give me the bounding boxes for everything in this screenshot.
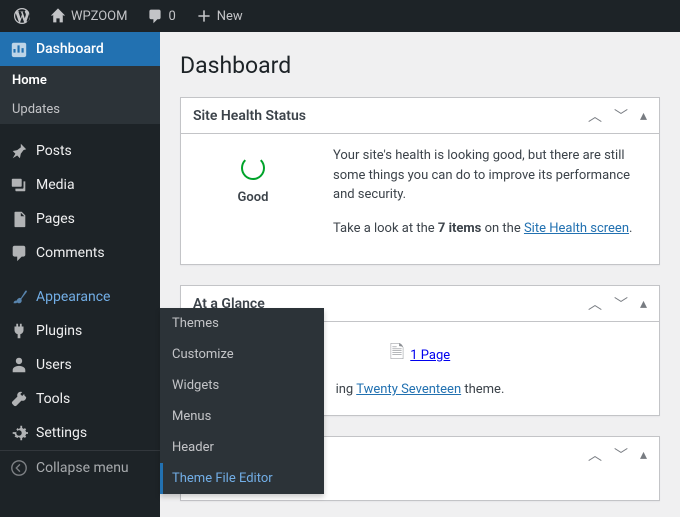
collapse-label: Collapse menu: [36, 460, 129, 476]
sidebar-item-comments[interactable]: Comments: [0, 236, 160, 270]
items-count: 7 items: [438, 221, 482, 236]
health-gauge: Good: [193, 146, 313, 252]
new-content-menu[interactable]: New: [190, 8, 249, 24]
move-down-icon[interactable]: ﹀: [614, 106, 628, 126]
flyout-item-header[interactable]: Header: [160, 432, 324, 463]
flyout-item-customize[interactable]: Customize: [160, 339, 324, 370]
sidebar-item-dashboard[interactable]: Dashboard: [0, 32, 160, 66]
comments-count: 0: [168, 9, 175, 24]
sidebar-label: Tools: [36, 391, 70, 407]
comment-icon: [147, 8, 163, 24]
move-up-icon[interactable]: ︿: [588, 106, 602, 126]
sidebar-item-settings[interactable]: Settings: [0, 416, 160, 450]
move-up-icon[interactable]: ︿: [588, 294, 602, 314]
sidebar-label: Comments: [36, 245, 105, 261]
new-label: New: [217, 9, 243, 24]
glance-pages[interactable]: 🗎 1 Page: [390, 340, 450, 370]
users-icon: [10, 356, 28, 374]
wordpress-logo-menu[interactable]: [8, 8, 36, 24]
collapse-icon: [10, 459, 28, 477]
home-icon: [50, 8, 66, 24]
sidebar-label: Posts: [36, 143, 72, 159]
admin-toolbar: WPZOOM 0 New: [0, 0, 680, 32]
page-icon: 🗎: [390, 340, 404, 370]
sidebar-subitem-home[interactable]: Home: [0, 66, 160, 95]
sidebar-item-posts[interactable]: Posts: [0, 134, 160, 168]
tools-icon: [10, 390, 28, 408]
sidebar-label: Pages: [36, 211, 75, 227]
plugin-icon: [10, 322, 28, 340]
health-description-1: Your site's health is looking good, but …: [333, 146, 647, 205]
toggle-icon[interactable]: ▴: [640, 296, 647, 312]
media-icon: [10, 176, 28, 194]
wordpress-icon: [14, 8, 30, 24]
sidebar-subitem-updates[interactable]: Updates: [0, 95, 160, 124]
site-health-widget: Site Health Status ︿ ﹀ ▴ Good Your site'…: [180, 97, 660, 265]
settings-icon: [10, 424, 28, 442]
theme-link[interactable]: Twenty Seventeen: [356, 382, 461, 397]
gauge-circle-icon: [241, 156, 265, 180]
sidebar-label: Users: [36, 357, 72, 373]
site-health-link[interactable]: Site Health screen: [524, 221, 629, 236]
page-count-link[interactable]: 1 Page: [410, 348, 450, 363]
toggle-icon[interactable]: ▴: [640, 447, 647, 463]
sidebar-label: Plugins: [36, 323, 82, 339]
flyout-item-themes[interactable]: Themes: [160, 308, 324, 339]
move-down-icon[interactable]: ﹀: [614, 294, 628, 314]
health-description-2: Take a look at the 7 items on the Site H…: [333, 219, 647, 239]
page-title: Dashboard: [180, 52, 660, 79]
brush-icon: [10, 288, 28, 306]
admin-sidebar: Dashboard Home Updates Posts Media Pages…: [0, 32, 160, 517]
sidebar-label: Settings: [36, 425, 87, 441]
dashboard-icon: [10, 40, 28, 58]
sidebar-label: Media: [36, 177, 75, 193]
sidebar-label: Dashboard: [36, 41, 104, 57]
appearance-flyout-menu: Themes Customize Widgets Menus Header Th…: [160, 308, 324, 494]
toggle-icon[interactable]: ▴: [640, 108, 647, 124]
sidebar-item-users[interactable]: Users: [0, 348, 160, 382]
pin-icon: [10, 142, 28, 160]
plus-icon: [196, 8, 212, 24]
comments-menu[interactable]: 0: [141, 8, 181, 24]
sidebar-label: Appearance: [36, 289, 110, 305]
flyout-item-menus[interactable]: Menus: [160, 401, 324, 432]
flyout-item-theme-file-editor[interactable]: Theme File Editor: [160, 463, 324, 494]
sidebar-item-media[interactable]: Media: [0, 168, 160, 202]
move-down-icon[interactable]: ﹀: [614, 445, 628, 465]
site-name: WPZOOM: [71, 9, 127, 24]
comment-icon: [10, 244, 28, 262]
sidebar-item-appearance[interactable]: Appearance: [0, 280, 160, 314]
move-up-icon[interactable]: ︿: [588, 445, 602, 465]
sidebar-item-plugins[interactable]: Plugins: [0, 314, 160, 348]
page-icon: [10, 210, 28, 228]
widget-heading: Site Health Status: [193, 108, 306, 124]
sidebar-item-tools[interactable]: Tools: [0, 382, 160, 416]
sidebar-collapse-button[interactable]: Collapse menu: [0, 450, 160, 485]
flyout-item-widgets[interactable]: Widgets: [160, 370, 324, 401]
site-name-menu[interactable]: WPZOOM: [44, 8, 133, 24]
health-status-label: Good: [193, 190, 313, 205]
sidebar-item-pages[interactable]: Pages: [0, 202, 160, 236]
